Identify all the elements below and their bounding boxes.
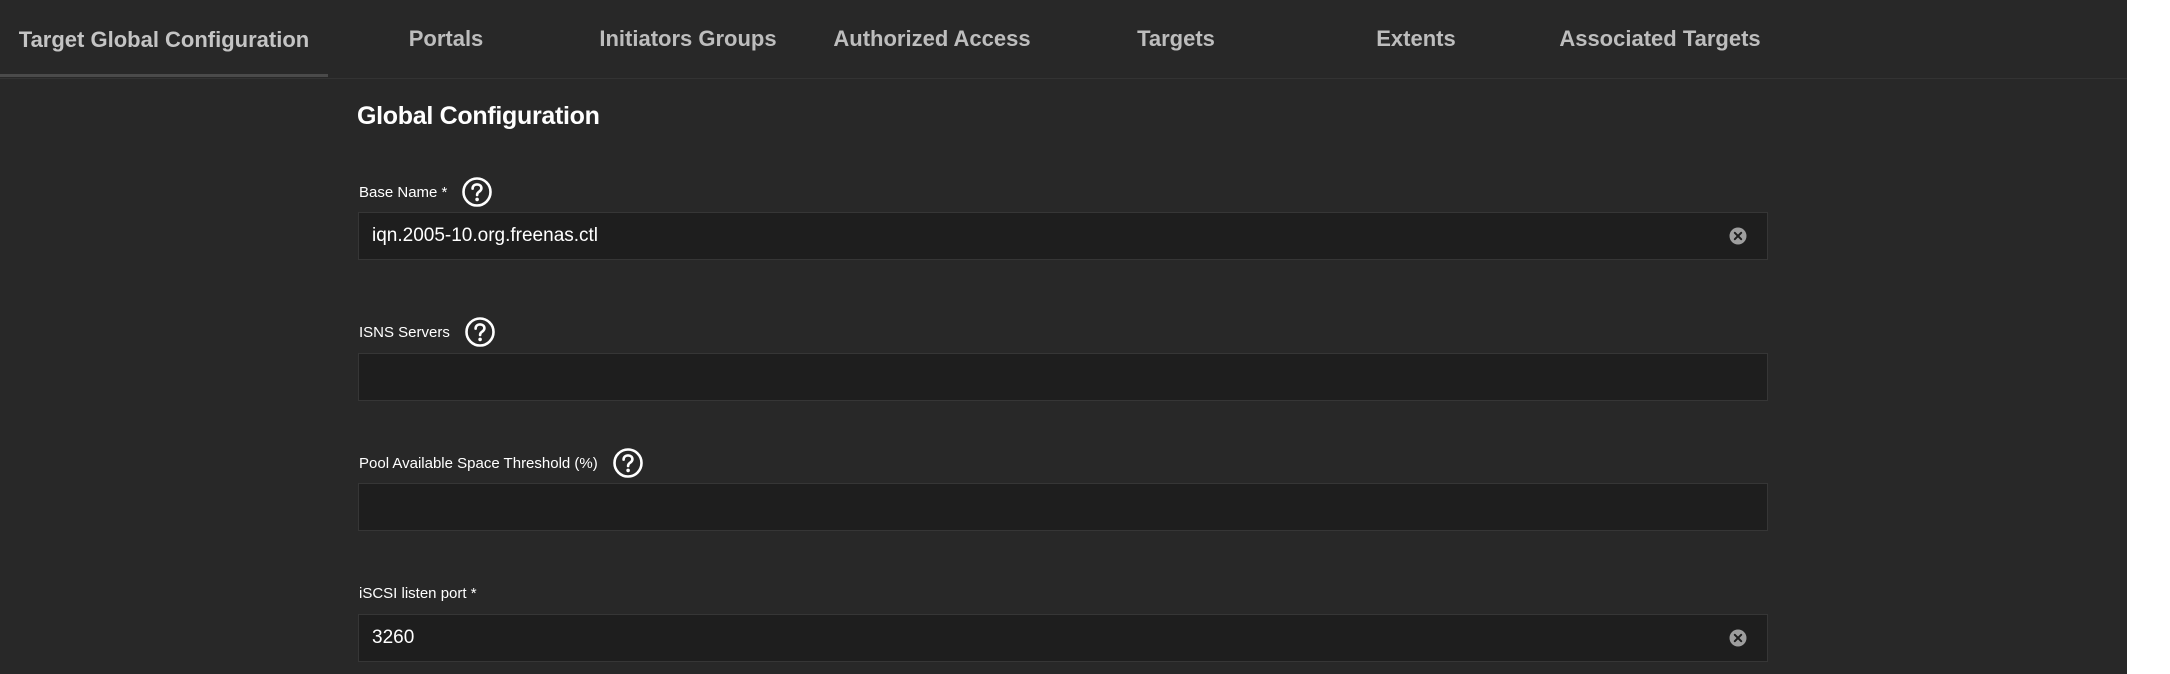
pool-threshold-input[interactable] xyxy=(359,483,1767,531)
isns-servers-label: ISNS Servers xyxy=(359,323,450,341)
listen-port-label-row: iSCSI listen port * xyxy=(359,576,477,610)
tab-target-global-configuration[interactable]: Target Global Configuration xyxy=(0,0,328,77)
section-title: Global Configuration xyxy=(357,102,600,130)
tab-label: Target Global Configuration xyxy=(18,27,310,52)
pool-threshold-label: Pool Available Space Threshold (%) xyxy=(359,454,598,472)
clear-circle-icon[interactable] xyxy=(1728,628,1748,648)
tab-portals[interactable]: Portals xyxy=(386,0,506,78)
isns-servers-field xyxy=(358,353,1768,401)
tab-associated-targets[interactable]: Associated Targets xyxy=(1559,0,1761,78)
tab-label: Portals xyxy=(408,26,484,51)
base-name-label-row: Base Name * xyxy=(359,175,493,209)
base-name-label: Base Name * xyxy=(359,183,448,201)
tab-label: Initiators Groups xyxy=(599,26,777,51)
listen-port-label: iSCSI listen port * xyxy=(359,584,477,602)
tab-initiators-groups[interactable]: Initiators Groups xyxy=(596,0,780,78)
help-circle-icon[interactable] xyxy=(461,176,493,208)
tab-label: Associated Targets xyxy=(1559,26,1761,51)
help-circle-icon[interactable] xyxy=(612,447,644,479)
tab-targets[interactable]: Targets xyxy=(1126,0,1226,78)
isns-servers-label-row: ISNS Servers xyxy=(359,315,496,349)
clear-circle-icon[interactable] xyxy=(1728,226,1748,246)
tab-extents[interactable]: Extents xyxy=(1366,0,1466,78)
pool-threshold-label-row: Pool Available Space Threshold (%) xyxy=(359,446,644,480)
base-name-field xyxy=(358,212,1768,260)
pool-threshold-field xyxy=(358,483,1768,531)
listen-port-field xyxy=(358,614,1768,662)
tab-bar: Target Global Configuration Portals Init… xyxy=(0,0,2127,79)
isns-servers-input[interactable] xyxy=(359,353,1767,401)
app-window: Target Global Configuration Portals Init… xyxy=(0,0,2127,674)
tab-authorized-access[interactable]: Authorized Access xyxy=(833,0,1031,78)
tab-label: Targets xyxy=(1137,26,1215,51)
tab-label: Extents xyxy=(1376,26,1456,51)
tab-label: Authorized Access xyxy=(833,26,1031,51)
listen-port-input[interactable] xyxy=(359,614,1728,662)
help-circle-icon[interactable] xyxy=(464,316,496,348)
base-name-input[interactable] xyxy=(359,212,1728,260)
